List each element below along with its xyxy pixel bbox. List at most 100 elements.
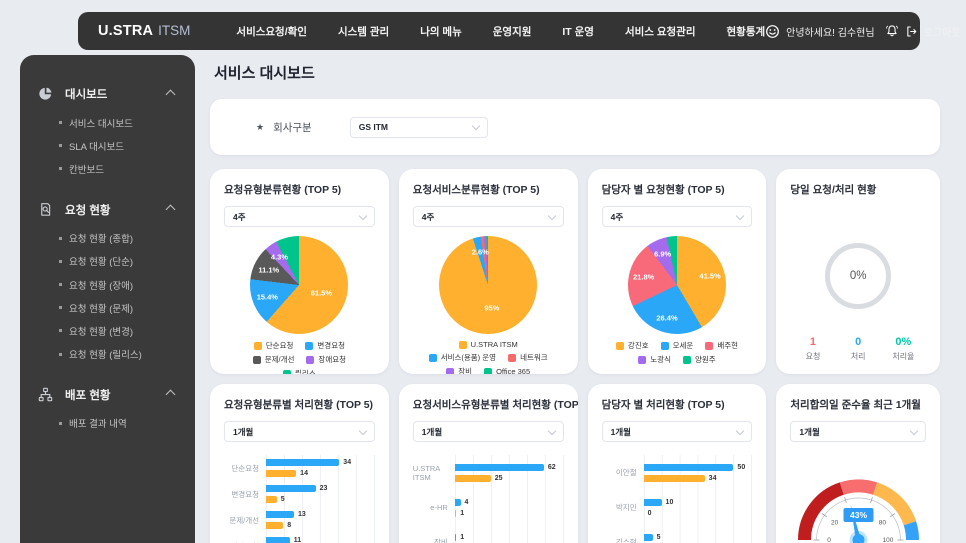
top-menu-item[interactable]: 서비스요청/확인 xyxy=(236,24,307,39)
bar-group: 10 xyxy=(455,525,563,543)
chevron-down-icon xyxy=(359,211,367,219)
bar xyxy=(266,470,296,477)
period-select-value: 1개월 xyxy=(233,426,253,438)
page-title: 서비스 대시보드 xyxy=(214,62,940,83)
sidebar-section-header[interactable]: 배포 현황 xyxy=(20,380,195,410)
sidebar-item[interactable]: 요청 현황 (릴리스) xyxy=(20,343,195,366)
sidebar-section-header[interactable]: 대시보드 xyxy=(20,79,195,109)
period-select-value: 1개월 xyxy=(422,426,442,438)
legend-label: 문제/개선 xyxy=(265,354,295,365)
bar-category-label: 단순요청 xyxy=(224,455,266,481)
sidebar-item[interactable]: 요청 현황 (단순) xyxy=(20,250,195,273)
legend-label: 장비 xyxy=(458,366,472,374)
pie-slice-label: 41.5% xyxy=(699,271,720,280)
period-select[interactable]: 4주 xyxy=(602,206,753,227)
bar-chart: U.STRA ITSMe-HR장비62254110 xyxy=(413,455,564,543)
legend-swatch xyxy=(305,342,313,350)
bar-line: 11 xyxy=(266,537,374,543)
legend-label: 릴리스 xyxy=(295,368,316,374)
bar-value-label: 5 xyxy=(657,534,661,541)
chart-card: 요청서비스유형분류별 처리현황 (TOP 5)1개월U.STRA ITSMe-H… xyxy=(399,384,578,543)
bar-value-label: 34 xyxy=(709,475,717,482)
bar-category-label: 김수현 xyxy=(602,525,644,543)
legend-label: 장애요청 xyxy=(318,354,346,365)
bar-value-label: 34 xyxy=(343,459,351,466)
legend-label: 오세운 xyxy=(673,340,694,351)
bar-group: 41 xyxy=(455,490,563,525)
smiley-icon xyxy=(765,24,780,39)
sidebar-item[interactable]: 요청 현황 (종합) xyxy=(20,227,195,250)
logout-button[interactable]: 로그아웃 xyxy=(924,24,961,39)
period-select[interactable]: 1개월 xyxy=(602,421,753,442)
sidebar-item[interactable]: 요청 현황 (문제) xyxy=(20,296,195,319)
chevron-down-icon xyxy=(910,426,918,434)
bar-category-label: 장애요청 xyxy=(224,533,266,543)
bar-line: 5 xyxy=(644,534,752,541)
user-area: 안녕하세요! 김수현님 로그아웃 xyxy=(765,24,960,39)
gauge-tick-label: 100 xyxy=(883,537,894,543)
bar-group: 235 xyxy=(266,481,374,507)
card-title: 담당자 별 처리현황 (TOP 5) xyxy=(602,397,753,412)
sidebar-item[interactable]: 배포 결과 내역 xyxy=(20,412,195,435)
bar-value-label: 1 xyxy=(460,510,464,517)
bar-value-label: 62 xyxy=(548,464,556,471)
bar xyxy=(455,534,456,541)
bar xyxy=(266,485,316,492)
sidebar-section-header[interactable]: 요청 현황 xyxy=(20,195,195,225)
top-menu-item[interactable]: 운영지원 xyxy=(493,24,532,39)
sidebar-item[interactable]: 칸반보드 xyxy=(20,157,195,180)
bar-group: 6225 xyxy=(455,455,563,490)
legend-swatch xyxy=(616,342,624,350)
bar-group: 50 xyxy=(644,525,752,543)
period-select[interactable]: 1개월 xyxy=(413,421,564,442)
request-doc-icon xyxy=(38,202,54,218)
legend-swatch xyxy=(283,370,291,375)
bar-group: 5034 xyxy=(644,455,752,490)
top-menu-item[interactable]: 나의 메뉴 xyxy=(420,24,462,39)
top-menu-item[interactable]: 서비스 요청관리 xyxy=(625,24,696,39)
period-select[interactable]: 4주 xyxy=(413,206,564,227)
top-menu-item[interactable]: IT 운영 xyxy=(562,24,594,39)
bar-value-label: 23 xyxy=(320,485,328,492)
required-star-icon: ★ xyxy=(256,122,264,133)
gauge-tick xyxy=(822,514,827,518)
pie-slice-label: 4.3% xyxy=(271,253,288,262)
stat-item: 1요청 xyxy=(790,336,835,362)
bar-group: 34 14 xyxy=(266,455,374,481)
chart-card: 처리합의일 준수율 최근 1개월1개월02040608010043% xyxy=(776,384,940,543)
bar-axis-labels: 이안철박지민김수현김진우 xyxy=(602,455,644,543)
pie-chart: 95%2.6% xyxy=(439,236,537,334)
app-logo[interactable]: U.STRA ITSM xyxy=(98,23,190,39)
legend-swatch xyxy=(705,342,713,350)
sidebar-item[interactable]: SLA 대시보드 xyxy=(20,134,195,157)
legend-swatch xyxy=(254,342,262,350)
legend-item: 오세운 xyxy=(661,340,694,351)
bar xyxy=(266,459,339,466)
top-navbar: U.STRA ITSM 서비스요청/확인 시스템 관리 나의 메뉴 운영지원 IT 운영… xyxy=(78,12,920,50)
sidebar-section-label: 배포 현황 xyxy=(65,387,167,403)
pie-slice-label: 26.4% xyxy=(656,313,677,322)
period-select[interactable]: 1개월 xyxy=(224,421,375,442)
top-menu-item[interactable]: 시스템 관리 xyxy=(338,24,389,39)
bell-icon[interactable] xyxy=(885,24,899,38)
chart-legend: 단순요청변경요청문제/개선장애요청릴리스 xyxy=(237,340,361,374)
top-menu-item[interactable]: 현황통계 xyxy=(727,24,766,39)
bar-value-label: 8 xyxy=(287,522,291,529)
sidebar-item[interactable]: 요청 현황 (변경) xyxy=(20,319,195,342)
bar xyxy=(266,522,283,529)
company-select[interactable]: GS ITM xyxy=(350,117,488,138)
legend-item: 장애요청 xyxy=(306,354,346,365)
bar-category-label: e-HR xyxy=(413,490,455,525)
period-select[interactable]: 4주 xyxy=(224,206,375,227)
pie-chart: 41.5%26.4%21.8%6.9% xyxy=(628,236,726,334)
sidebar-item[interactable]: 요청 현황 (장애) xyxy=(20,273,195,296)
period-select[interactable]: 1개월 xyxy=(790,421,926,442)
bar-line: 13 xyxy=(266,511,374,518)
stat-item: 0처리 xyxy=(836,336,881,362)
legend-swatch xyxy=(306,356,314,364)
bar-value-label: 1 xyxy=(460,534,464,541)
sidebar-item[interactable]: 서비스 대시보드 xyxy=(20,111,195,134)
gauge-chart: 02040608010043% xyxy=(790,452,927,543)
bar-value-label: 14 xyxy=(300,470,308,477)
logout-icon[interactable] xyxy=(905,25,918,38)
